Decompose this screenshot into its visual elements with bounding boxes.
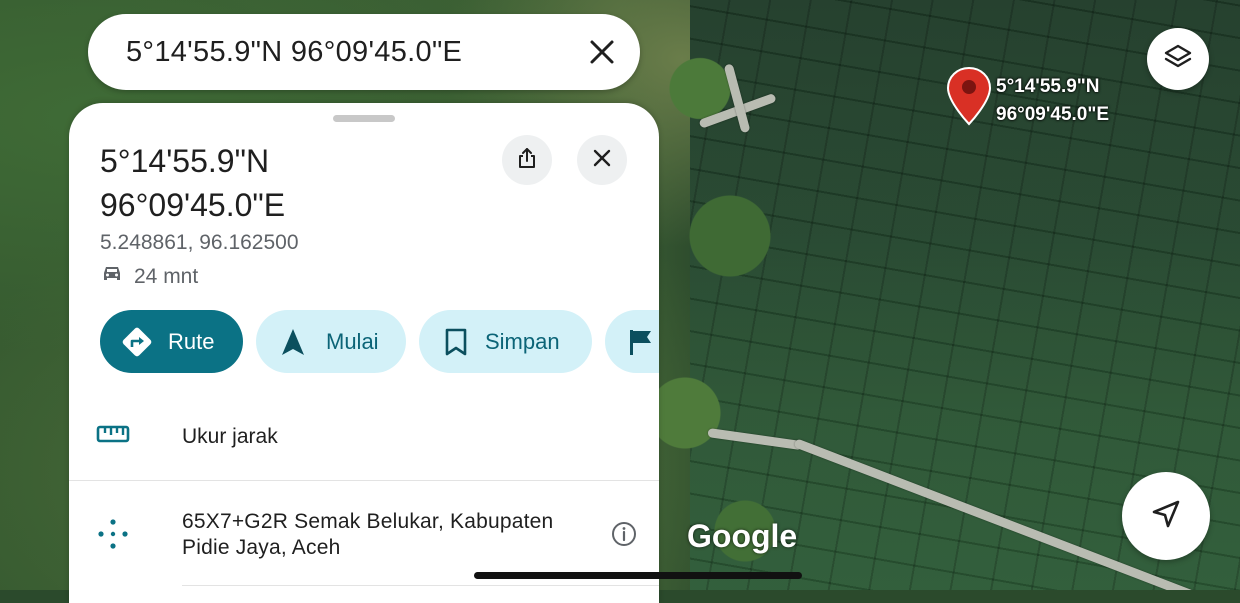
search-query[interactable]: 5°14'55.9"N 96°09'45.0"E (126, 36, 462, 69)
plus-code-row[interactable]: 65X7+G2R Semak Belukar, Kabupaten Pidie … (69, 493, 659, 583)
place-sheet[interactable]: 5°14'55.9"N 96°09'45.0"E 5.248861, 96.16… (69, 103, 659, 603)
start-button[interactable]: Mulai (256, 310, 406, 373)
action-chips: Rute Mulai Simpan (100, 310, 659, 373)
bookmark-icon (443, 327, 469, 357)
place-title-lat: 5°14'55.9"N (100, 143, 270, 179)
decimal-coordinates: 5.248861, 96.162500 (100, 231, 299, 254)
clear-search-icon[interactable] (588, 38, 616, 66)
sheet-drag-handle[interactable] (333, 115, 395, 122)
info-icon[interactable] (611, 521, 637, 552)
place-title-lng: 96°09'45.0"E (100, 187, 286, 223)
ruler-icon (96, 423, 130, 450)
map-pin-icon[interactable] (946, 66, 992, 126)
drive-time: 24 mnt (100, 264, 198, 290)
pin-label: 5°14'55.9"N 96°09'45.0"E (996, 73, 1109, 129)
close-icon (592, 148, 612, 173)
plus-code-line2: Pidie Jaya, Aceh (182, 536, 341, 559)
navigation-arrow-icon (280, 327, 306, 357)
pin-label-lng: 96°09'45.0"E (996, 104, 1110, 125)
my-location-button[interactable] (1122, 472, 1210, 560)
start-label: Mulai (326, 328, 379, 354)
car-icon (100, 264, 124, 290)
row-divider (69, 480, 659, 481)
navigation-arrow-icon (1150, 498, 1182, 535)
search-bar[interactable]: 5°14'55.9"N 96°09'45.0"E (88, 14, 640, 90)
save-label: Simpan (485, 328, 560, 354)
flag-icon (627, 327, 655, 357)
drive-time-text: 24 mnt (134, 265, 199, 288)
route-label: Rute (168, 328, 215, 354)
pin-label-lat: 5°14'55.9"N (996, 76, 1100, 97)
layers-icon (1163, 42, 1193, 77)
row-divider (182, 585, 659, 586)
label-button[interactable] (605, 310, 659, 373)
tree-line (640, 0, 790, 590)
plus-code-text: 65X7+G2R Semak Belukar, Kabupaten Pidie … (182, 509, 553, 561)
directions-icon (120, 325, 154, 359)
route-button[interactable]: Rute (100, 310, 243, 373)
google-logo: Google (687, 518, 798, 554)
place-title: 5°14'55.9"N 96°09'45.0"E (100, 139, 285, 227)
plus-code-line1: 65X7+G2R Semak Belukar, Kabupaten (182, 510, 554, 533)
share-button[interactable] (502, 135, 552, 185)
save-button[interactable]: Simpan (419, 310, 592, 373)
share-icon (515, 146, 539, 175)
close-sheet-button[interactable] (577, 135, 627, 185)
layers-button[interactable] (1147, 28, 1209, 90)
measure-distance-label: Ukur jarak (182, 425, 278, 448)
measure-distance-row[interactable]: Ukur jarak (69, 403, 659, 473)
plus-code-icon (96, 517, 130, 556)
home-indicator[interactable] (474, 572, 802, 579)
